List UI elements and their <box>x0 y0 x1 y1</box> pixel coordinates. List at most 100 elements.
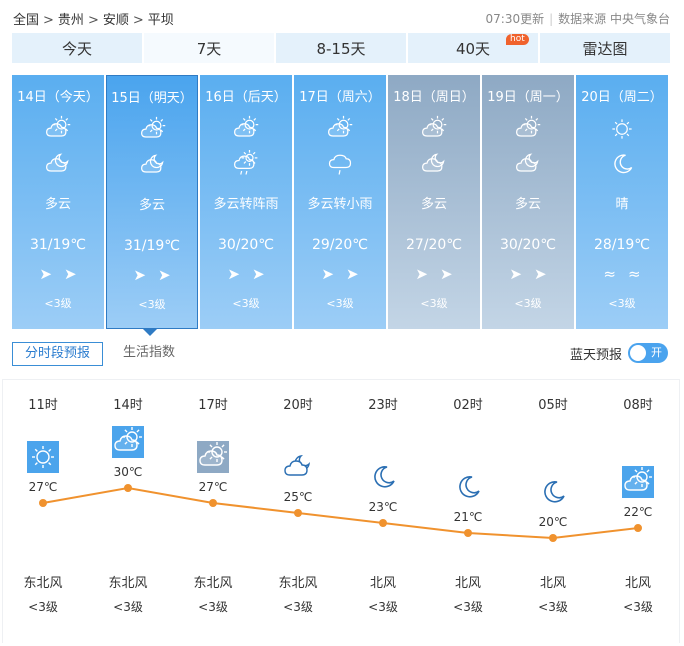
day-card[interactable]: 18日（周日） 多云 27/20℃ ➤➤ <3级 <box>388 75 480 329</box>
day-date: 19日（周一） <box>487 90 569 105</box>
day-weather-desc: 多云 <box>420 197 447 212</box>
shower-icon <box>230 150 262 178</box>
moon-icon <box>452 471 484 503</box>
toggle-label: 开 <box>651 346 662 359</box>
temperature-point <box>39 499 47 507</box>
breadcrumb-item-city[interactable]: 安顺 <box>103 13 129 28</box>
hour-wind-direction: 东北风 <box>193 576 233 591</box>
day-card[interactable]: 14日（今天） 多云 31/19℃ ➤➤ <3级 <box>12 75 104 329</box>
hour-temp-label: 21℃ <box>453 510 483 524</box>
wind-arrow-icon: ➤ <box>534 265 559 283</box>
update-info: 07:30更新 | 数据来源 中央气象台 <box>486 10 670 27</box>
day-card[interactable]: 17日（周六） 多云转小雨 29/20℃ ➤➤ <3级 <box>294 75 386 329</box>
partly-cloudy-day-icon <box>137 116 169 144</box>
breadcrumb-item-country[interactable]: 全国 <box>13 13 39 28</box>
partly-cloudy-day-icon <box>42 115 74 143</box>
tab-label: 8-15天 <box>316 39 366 58</box>
wind-direction-icons: ➤➤ <box>12 265 104 283</box>
tab-hourly-forecast[interactable]: 分时段预报 <box>12 342 104 366</box>
wind-direction-icons: ➤➤ <box>107 266 197 284</box>
breadcrumb-item-current: 平坝 <box>147 13 174 28</box>
day-temp-range: 27/20℃ <box>405 237 463 253</box>
wind-arrow-icon: ≈ <box>628 265 653 283</box>
blue-sky-toggle[interactable]: 开 <box>628 343 668 363</box>
day-card[interactable]: 15日（明天） 多云 31/19℃ ➤➤ <3级 <box>106 75 198 329</box>
day-date: 20日（周二） <box>581 90 663 105</box>
partly-cloudy-day-icon <box>112 426 144 458</box>
toggle-knob <box>630 345 646 361</box>
wind-direction-icons: ≈≈ <box>576 265 668 283</box>
hour-wind-level: <3级 <box>283 600 313 614</box>
wind-arrow-icon: ➤ <box>252 265 277 283</box>
hour-temp-label: 23℃ <box>368 500 398 514</box>
wind-arrow-icon: ≈ <box>603 265 628 283</box>
day-wind-level: <3级 <box>44 297 72 310</box>
tab-8-15day[interactable]: 8-15天 <box>276 33 406 63</box>
wind-arrow-icon: ➤ <box>440 265 465 283</box>
hour-temp-label: 27℃ <box>28 480 58 494</box>
tab-label: 雷达图 <box>582 39 628 58</box>
wind-arrow-icon: ➤ <box>158 266 183 284</box>
tab-life-index[interactable]: 生活指数 <box>111 342 187 366</box>
hour-wind-level: <3级 <box>198 600 228 614</box>
tab-40day[interactable]: 40天 hot <box>408 33 538 63</box>
day-card[interactable]: 16日（后天） 多云转阵雨 30/20℃ ➤➤ <3级 <box>200 75 292 329</box>
tab-7day[interactable]: 7天 <box>144 33 274 63</box>
breadcrumb-sep: > <box>43 13 54 28</box>
sun-icon <box>27 441 59 473</box>
hour-wind-direction: 北风 <box>539 576 566 591</box>
temperature-point <box>294 509 302 517</box>
hour-wind-level: <3级 <box>453 600 483 614</box>
partly-cloudy-night-icon <box>42 150 74 178</box>
day-temp-range: 29/20℃ <box>311 237 369 253</box>
breadcrumb: 全国 > 贵州 > 安顺 > 平坝 <box>13 9 174 28</box>
day-temp-range: 31/19℃ <box>123 238 181 254</box>
wind-direction-icons: ➤➤ <box>200 265 292 283</box>
day-card[interactable]: 19日（周一） 多云 30/20℃ ➤➤ <3级 <box>482 75 574 329</box>
temperature-point <box>549 534 557 542</box>
day-wind-level: <3级 <box>326 297 354 310</box>
blue-sky-forecast: 蓝天预报 开 <box>570 343 668 363</box>
day-temp-range: 31/19℃ <box>29 237 87 253</box>
day-wind-level: <3级 <box>608 297 636 310</box>
hour-wind-level: <3级 <box>623 600 653 614</box>
partly-cloudy-day-icon <box>622 466 654 498</box>
day-weather-desc: 晴 <box>615 197 629 212</box>
day-weather-desc: 多云转阵雨 <box>213 197 279 212</box>
tab-label: 今天 <box>61 39 92 58</box>
hour-wind-direction: 北风 <box>454 576 481 591</box>
hour-wind-direction: 东北风 <box>108 576 148 591</box>
update-time: 07:30更新 <box>485 12 545 26</box>
hot-badge: hot <box>506 34 529 45</box>
wind-arrow-icon: ➤ <box>415 265 440 283</box>
wind-arrow-icon: ➤ <box>321 265 346 283</box>
breadcrumb-item-province[interactable]: 贵州 <box>58 13 84 28</box>
day-weather-desc: 多云 <box>514 197 541 212</box>
hour-temp-label: 20℃ <box>538 515 568 529</box>
sun-icon <box>606 115 638 143</box>
seven-day-forecast: 14日（今天） 多云 31/19℃ ➤➤ <3级 15日（明天） 多云 31/1… <box>12 75 670 329</box>
wind-arrow-icon: ➤ <box>227 265 252 283</box>
hour-wind-level: <3级 <box>368 600 398 614</box>
wind-direction-icons: ➤➤ <box>482 265 574 283</box>
partly-cloudy-night-icon <box>512 150 544 178</box>
tab-radar[interactable]: 雷达图 <box>540 33 670 63</box>
day-card[interactable]: 20日（周二） 晴 28/19℃ ≈≈ <3级 <box>576 75 668 329</box>
hour-label: 02时 <box>453 398 483 413</box>
hour-label: 14时 <box>113 398 143 413</box>
day-wind-level: <3级 <box>514 297 542 310</box>
temperature-point <box>379 519 387 527</box>
wind-direction-icons: ➤➤ <box>294 265 386 283</box>
hour-wind-level: <3级 <box>538 600 568 614</box>
hour-label: 17时 <box>198 398 228 413</box>
partly-cloudy-night-icon <box>137 151 169 179</box>
breadcrumb-sep: > <box>132 13 144 28</box>
hour-wind-level: <3级 <box>113 600 143 614</box>
day-temp-range: 30/20℃ <box>499 237 557 253</box>
hourly-forecast: 11时 27℃ 东北风 <3级 14时 30℃ 东北风 <3级 17时 27℃ 东北风 <3级 20时 2… <box>2 379 680 643</box>
tab-today[interactable]: 今天 <box>12 33 142 63</box>
breadcrumb-sep: > <box>87 13 99 28</box>
day-date: 17日（周六） <box>299 90 381 105</box>
tab-label: 7天 <box>196 39 222 58</box>
day-weather-desc: 多云 <box>44 197 71 212</box>
